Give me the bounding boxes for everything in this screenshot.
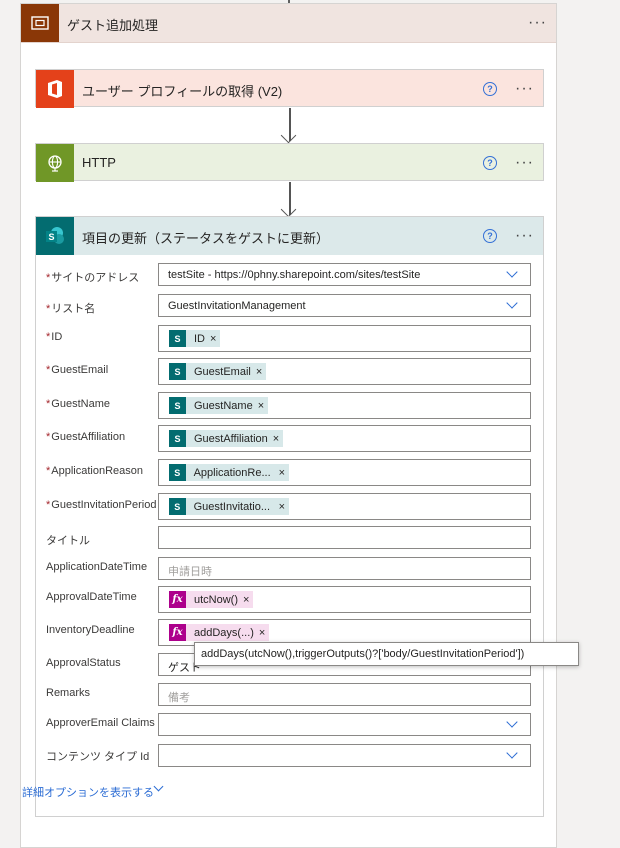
contenttype-label: コンテンツ タイプ Id xyxy=(46,751,150,763)
function-icon: fx xyxy=(169,591,186,608)
remove-token-icon[interactable]: × xyxy=(243,594,249,606)
action-title: ユーザー プロフィールの取得 (V2) xyxy=(82,84,283,99)
approvaldatetime-label: ApprovalDateTime xyxy=(46,591,137,603)
action-more-icon[interactable]: ··· xyxy=(515,228,534,244)
sharepoint-icon: S xyxy=(169,430,186,447)
approvalstatus-label: ApprovalStatus xyxy=(46,657,121,669)
scope-header[interactable]: ゲスト追加処理 ··· xyxy=(21,4,556,43)
approvaldatetime-field[interactable]: fx utcNow() × xyxy=(158,586,531,613)
contenttype-dropdown[interactable] xyxy=(158,744,531,767)
action-title: HTTP xyxy=(82,155,116,170)
show-advanced-options-link[interactable]: 詳細オプションを表示する xyxy=(22,784,154,800)
approveremail-label: ApproverEmail Claims xyxy=(46,717,155,729)
svg-text:S: S xyxy=(49,232,55,242)
sharepoint-icon: S xyxy=(169,464,186,481)
remove-token-icon[interactable]: × xyxy=(258,400,264,412)
title-field[interactable] xyxy=(158,526,531,549)
inventorydeadline-label: InventoryDeadline xyxy=(46,624,135,636)
remove-token-icon[interactable]: × xyxy=(210,333,216,345)
dynamic-token[interactable]: S GuestName × xyxy=(169,397,269,414)
site-dropdown[interactable]: testSite - https://0phny.sharepoint.com/… xyxy=(158,263,531,286)
action-card-http[interactable]: HTTP ? ··· xyxy=(35,143,544,182)
list-dropdown[interactable]: GuestInvitationManagement xyxy=(158,294,531,317)
dynamic-token[interactable]: S GuestAffiliation × xyxy=(169,430,284,447)
help-icon[interactable]: ? xyxy=(483,229,497,243)
guestname-field[interactable]: S GuestName × xyxy=(158,392,531,419)
help-icon[interactable]: ? xyxy=(483,156,497,170)
sharepoint-icon: S xyxy=(169,330,186,347)
applicationdatetime-field[interactable]: 申請日時 xyxy=(158,557,531,580)
applicationreason-label: *ApplicationReason xyxy=(46,465,144,477)
function-icon: fx xyxy=(169,624,186,641)
scope-more-icon[interactable]: ··· xyxy=(528,15,547,31)
list-label: *リスト名 xyxy=(46,303,96,315)
title-label: タイトル xyxy=(46,535,90,547)
office-icon xyxy=(36,70,74,108)
guestaffiliation-field[interactable]: S GuestAffiliation × xyxy=(158,425,531,452)
action-title: 項目の更新（ステータスをゲストに更新） xyxy=(82,231,330,246)
scope-title: ゲスト追加処理 xyxy=(67,18,159,33)
sharepoint-icon: S xyxy=(169,363,186,380)
applicationreason-field[interactable]: S ApplicationRe... × xyxy=(158,459,531,486)
approveremail-dropdown[interactable] xyxy=(158,713,531,736)
chevron-down-icon[interactable] xyxy=(506,747,518,759)
update-item-header[interactable]: S 項目の更新（ステータスをゲストに更新） ? ··· xyxy=(36,217,543,255)
guestemail-field[interactable]: S GuestEmail × xyxy=(158,358,531,385)
chevron-down-icon[interactable] xyxy=(506,716,518,728)
action-card-update-item: S 項目の更新（ステータスをゲストに更新） ? ··· *サイトのアドレス te… xyxy=(35,216,544,817)
dynamic-token[interactable]: S GuestEmail × xyxy=(169,363,267,380)
sharepoint-icon: S xyxy=(169,498,186,515)
guestinvitationperiod-label: *GuestInvitationPeriod xyxy=(46,499,157,511)
arrow-down-icon xyxy=(280,127,297,144)
id-label: *ID xyxy=(46,331,63,343)
chevron-down-icon[interactable] xyxy=(506,266,518,278)
scope-container: ゲスト追加処理 ··· ユーザー プロフィールの取得 (V2) ? ··· HT… xyxy=(20,3,557,848)
chevron-down-icon[interactable] xyxy=(506,297,518,309)
scope-icon xyxy=(21,4,59,42)
id-field[interactable]: S ID × xyxy=(158,325,531,352)
remove-token-icon[interactable]: × xyxy=(256,366,262,378)
expression-token[interactable]: fx addDays(...) × xyxy=(169,624,270,641)
arrow-down-icon xyxy=(280,201,297,218)
guestemail-label: *GuestEmail xyxy=(46,364,109,376)
sharepoint-icon: S xyxy=(36,217,74,255)
globe-icon xyxy=(36,144,74,182)
guestaffiliation-label: *GuestAffiliation xyxy=(46,431,126,443)
remarks-field[interactable]: 備考 xyxy=(158,683,531,706)
remove-token-icon[interactable]: × xyxy=(259,627,265,639)
applicationdatetime-label: ApplicationDateTime xyxy=(46,561,148,573)
action-card-get-profile[interactable]: ユーザー プロフィールの取得 (V2) ? ··· xyxy=(35,69,544,108)
dynamic-token[interactable]: S ApplicationRe... × xyxy=(169,464,289,481)
remarks-label: Remarks xyxy=(46,687,91,699)
dynamic-token[interactable]: S GuestInvitatio... × xyxy=(169,498,289,515)
action-more-icon[interactable]: ··· xyxy=(515,81,534,97)
action-more-icon[interactable]: ··· xyxy=(515,155,534,171)
expression-token[interactable]: fx utcNow() × xyxy=(169,591,254,608)
expression-tooltip: addDays(utcNow(),triggerOutputs()?['body… xyxy=(194,642,579,666)
guestname-label: *GuestName xyxy=(46,398,110,410)
sharepoint-icon: S xyxy=(169,397,186,414)
guestinvitationperiod-field[interactable]: S GuestInvitatio... × xyxy=(158,493,531,520)
remove-token-icon[interactable]: × xyxy=(279,467,285,479)
remove-token-icon[interactable]: × xyxy=(279,501,285,513)
site-label: *サイトのアドレス xyxy=(46,272,140,284)
remove-token-icon[interactable]: × xyxy=(273,433,279,445)
dynamic-token[interactable]: S ID × xyxy=(169,330,221,347)
help-icon[interactable]: ? xyxy=(483,82,497,96)
